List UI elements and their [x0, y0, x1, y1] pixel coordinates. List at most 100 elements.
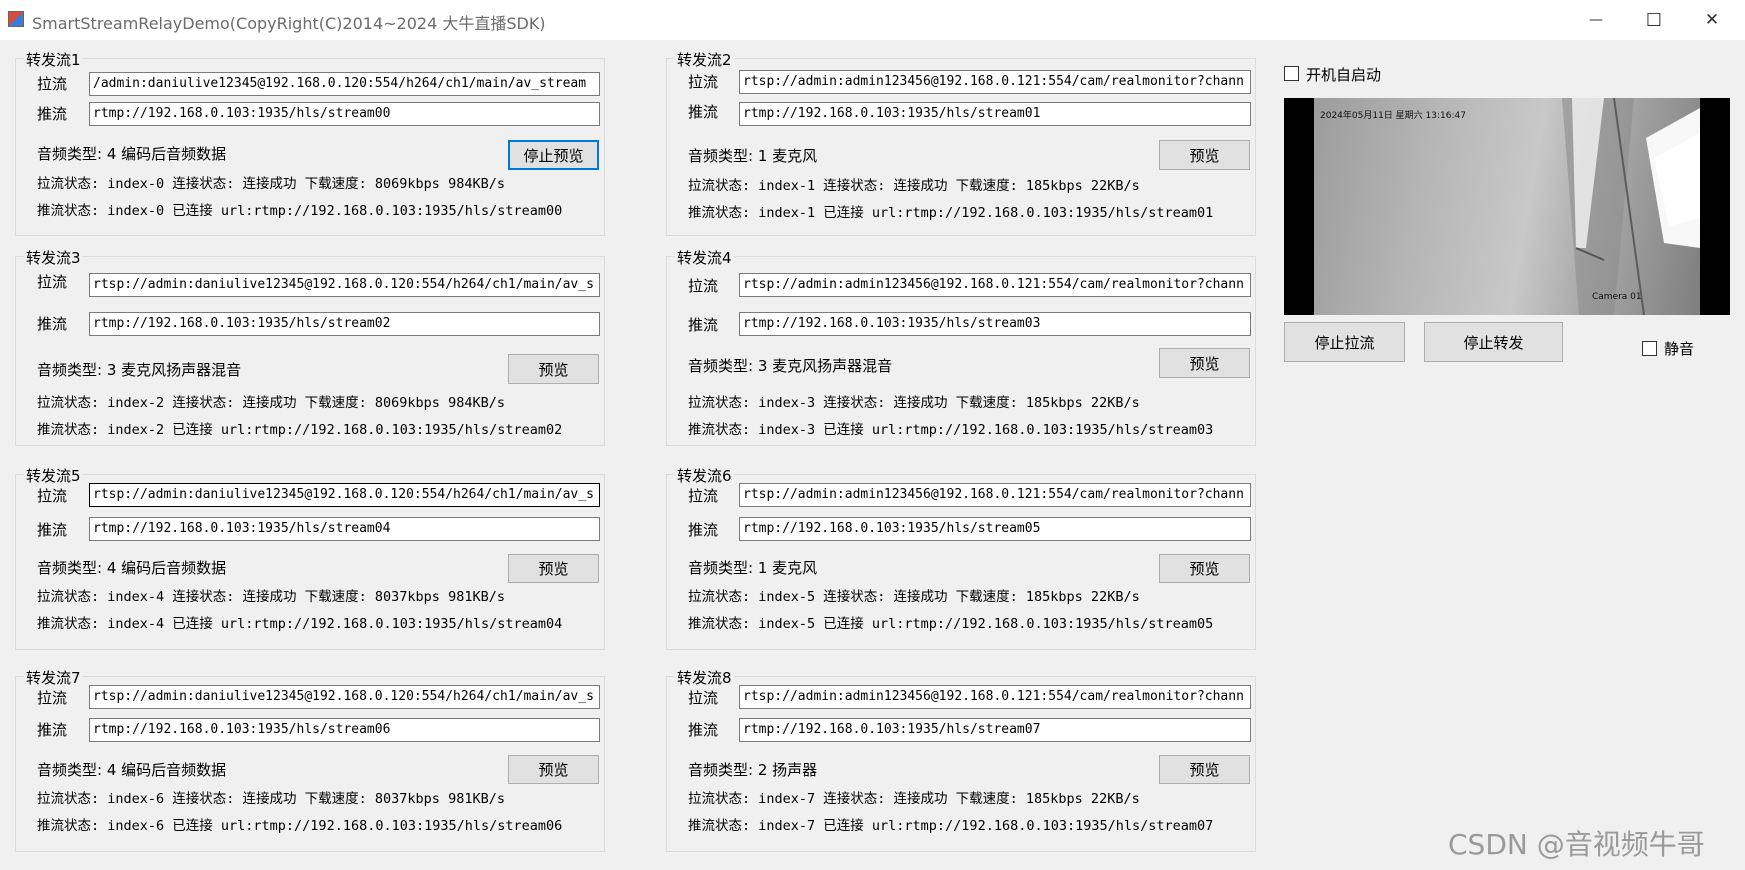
osd-camera-name: Camera 01: [1592, 292, 1642, 302]
pull-url-input[interactable]: rtsp://admin:daniulive12345@192.168.0.12…: [89, 685, 600, 709]
pull-url-input[interactable]: rtsp://admin:admin123456@192.168.0.121:5…: [739, 685, 1251, 709]
window-title: SmartStreamRelayDemo(CopyRight(C)2014~20…: [32, 14, 546, 33]
push-status: 推流状态: index-4 已连接 url:rtmp://192.168.0.1…: [37, 616, 563, 632]
audio-type-label: 音频类型: 4 编码后音频数据: [37, 559, 227, 577]
pull-status: 拉流状态: index-1 连接状态: 连接成功 下载速度: 185kbps 2…: [688, 178, 1140, 194]
camera-image: 2024年05月11日 星期六 13:16:47 Camera 01: [1314, 98, 1700, 315]
pull-url-input[interactable]: rtsp://admin:admin123456@192.168.0.121:5…: [739, 70, 1251, 94]
pull-label: 拉流: [37, 75, 68, 93]
pull-status: 拉流状态: index-7 连接状态: 连接成功 下载速度: 185kbps 2…: [688, 791, 1140, 807]
pull-label: 拉流: [37, 689, 68, 707]
push-label: 推流: [688, 316, 719, 334]
group-title: 转发流2: [675, 49, 734, 70]
push-status: 推流状态: index-3 已连接 url:rtmp://192.168.0.1…: [688, 422, 1214, 438]
preview-button[interactable]: 预览: [508, 554, 599, 583]
pull-label: 拉流: [37, 273, 68, 291]
audio-type-label: 音频类型: 2 扬声器: [688, 761, 818, 779]
push-url-input[interactable]: rtmp://192.168.0.103:1935/hls/stream01: [739, 102, 1251, 126]
autostart-label: 开机自启动: [1306, 66, 1382, 84]
push-url-input[interactable]: rtmp://192.168.0.103:1935/hls/stream05: [739, 517, 1251, 541]
pull-url-input[interactable]: rtsp://admin:admin123456@192.168.0.121:5…: [739, 273, 1251, 297]
push-label: 推流: [37, 315, 68, 333]
push-url-input[interactable]: rtmp://192.168.0.103:1935/hls/stream06: [89, 718, 600, 742]
relay-group-5: 转发流5 拉流 rtsp://admin:daniulive12345@192.…: [15, 465, 605, 650]
mute-checkbox[interactable]: [1642, 341, 1657, 356]
push-label: 推流: [688, 103, 719, 121]
audio-type-label: 音频类型: 1 麦克风: [688, 559, 818, 577]
pull-label: 拉流: [37, 487, 68, 505]
group-title: 转发流1: [24, 49, 83, 70]
pull-status: 拉流状态: index-5 连接状态: 连接成功 下载速度: 185kbps 2…: [688, 589, 1140, 605]
stop-relay-button[interactable]: 停止转发: [1424, 322, 1563, 362]
audio-type-label: 音频类型: 4 编码后音频数据: [37, 761, 227, 779]
osd-datetime: 2024年05月11日 星期六 13:16:47: [1320, 111, 1466, 121]
preview-button[interactable]: 预览: [1159, 554, 1250, 583]
relay-group-8: 转发流8 拉流 rtsp://admin:admin123456@192.168…: [666, 667, 1256, 852]
close-icon: ✕: [1704, 10, 1720, 30]
group-title: 转发流7: [24, 667, 83, 688]
push-label: 推流: [688, 521, 719, 539]
pull-status: 拉流状态: index-6 连接状态: 连接成功 下载速度: 8037kbps …: [37, 791, 505, 807]
push-url-input[interactable]: rtmp://192.168.0.103:1935/hls/stream02: [89, 312, 600, 336]
push-status: 推流状态: index-7 已连接 url:rtmp://192.168.0.1…: [688, 818, 1214, 834]
relay-group-1: 转发流1 拉流 /admin:daniulive12345@192.168.0.…: [15, 49, 605, 236]
push-label: 推流: [688, 721, 719, 739]
push-status: 推流状态: index-2 已连接 url:rtmp://192.168.0.1…: [37, 422, 563, 438]
preview-button[interactable]: 预览: [508, 755, 599, 784]
preview-button[interactable]: 预览: [1159, 140, 1250, 170]
push-status: 推流状态: index-0 已连接 url:rtmp://192.168.0.1…: [37, 203, 563, 219]
pull-url-input[interactable]: rtsp://admin:daniulive12345@192.168.0.12…: [89, 483, 600, 507]
pull-label: 拉流: [688, 277, 719, 295]
push-url-input[interactable]: rtmp://192.168.0.103:1935/hls/stream03: [739, 312, 1251, 336]
pull-status: 拉流状态: index-4 连接状态: 连接成功 下载速度: 8037kbps …: [37, 589, 505, 605]
push-url-input[interactable]: rtmp://192.168.0.103:1935/hls/stream07: [739, 718, 1251, 742]
close-button[interactable]: ✕: [1684, 0, 1740, 40]
push-url-input[interactable]: rtmp://192.168.0.103:1935/hls/stream00: [89, 102, 600, 126]
pull-url-input[interactable]: rtsp://admin:daniulive12345@192.168.0.12…: [89, 273, 600, 297]
pull-status: 拉流状态: index-3 连接状态: 连接成功 下载速度: 185kbps 2…: [688, 395, 1140, 411]
maximize-button[interactable]: ☐: [1626, 0, 1682, 40]
title-bar: SmartStreamRelayDemo(CopyRight(C)2014~20…: [0, 0, 1745, 41]
preview-button[interactable]: 预览: [508, 354, 599, 384]
relay-group-2: 转发流2 拉流 rtsp://admin:admin123456@192.168…: [666, 49, 1256, 236]
group-title: 转发流4: [675, 247, 734, 268]
push-status: 推流状态: index-6 已连接 url:rtmp://192.168.0.1…: [37, 818, 563, 834]
main-content: 转发流1 拉流 /admin:daniulive12345@192.168.0.…: [0, 40, 1745, 870]
autostart-checkbox[interactable]: [1284, 66, 1299, 81]
push-status: 推流状态: index-1 已连接 url:rtmp://192.168.0.1…: [688, 205, 1214, 221]
relay-group-4: 转发流4 拉流 rtsp://admin:admin123456@192.168…: [666, 247, 1256, 446]
minimize-button[interactable]: —: [1568, 0, 1624, 40]
pull-label: 拉流: [688, 487, 719, 505]
preview-button[interactable]: 预览: [1159, 755, 1250, 784]
group-title: 转发流8: [675, 667, 734, 688]
app-icon: [8, 11, 24, 27]
push-url-input[interactable]: rtmp://192.168.0.103:1935/hls/stream04: [89, 517, 600, 541]
camera-scene-graphic: [1562, 98, 1700, 315]
pull-url-input[interactable]: rtsp://admin:admin123456@192.168.0.121:5…: [739, 483, 1251, 507]
push-label: 推流: [37, 721, 68, 739]
pull-url-input[interactable]: /admin:daniulive12345@192.168.0.120:554/…: [89, 72, 600, 96]
push-label: 推流: [37, 105, 68, 123]
push-status: 推流状态: index-5 已连接 url:rtmp://192.168.0.1…: [688, 616, 1214, 632]
mute-label: 静音: [1664, 340, 1695, 358]
audio-type-label: 音频类型: 3 麦克风扬声器混音: [37, 361, 242, 379]
relay-group-3: 转发流3 拉流 rtsp://admin:daniulive12345@192.…: [15, 247, 605, 446]
stop-preview-button[interactable]: 停止预览: [508, 140, 599, 170]
pull-status: 拉流状态: index-2 连接状态: 连接成功 下载速度: 8069kbps …: [37, 395, 505, 411]
group-title: 转发流6: [675, 465, 734, 486]
watermark: CSDN @音视频牛哥: [1448, 828, 1705, 861]
audio-type-label: 音频类型: 4 编码后音频数据: [37, 145, 227, 163]
pull-status: 拉流状态: index-0 连接状态: 连接成功 下载速度: 8069kbps …: [37, 176, 505, 192]
relay-group-6: 转发流6 拉流 rtsp://admin:admin123456@192.168…: [666, 465, 1256, 650]
pull-label: 拉流: [688, 73, 719, 91]
pull-label: 拉流: [688, 689, 719, 707]
minimize-icon: —: [1589, 12, 1603, 28]
push-label: 推流: [37, 521, 68, 539]
preview-button[interactable]: 预览: [1159, 348, 1250, 378]
audio-type-label: 音频类型: 1 麦克风: [688, 147, 818, 165]
maximize-icon: ☐: [1645, 9, 1663, 31]
stop-pull-button[interactable]: 停止拉流: [1284, 322, 1405, 362]
relay-group-7: 转发流7 拉流 rtsp://admin:daniulive12345@192.…: [15, 667, 605, 852]
video-preview: 2024年05月11日 星期六 13:16:47 Camera 01: [1284, 98, 1730, 315]
group-title: 转发流3: [24, 247, 83, 268]
